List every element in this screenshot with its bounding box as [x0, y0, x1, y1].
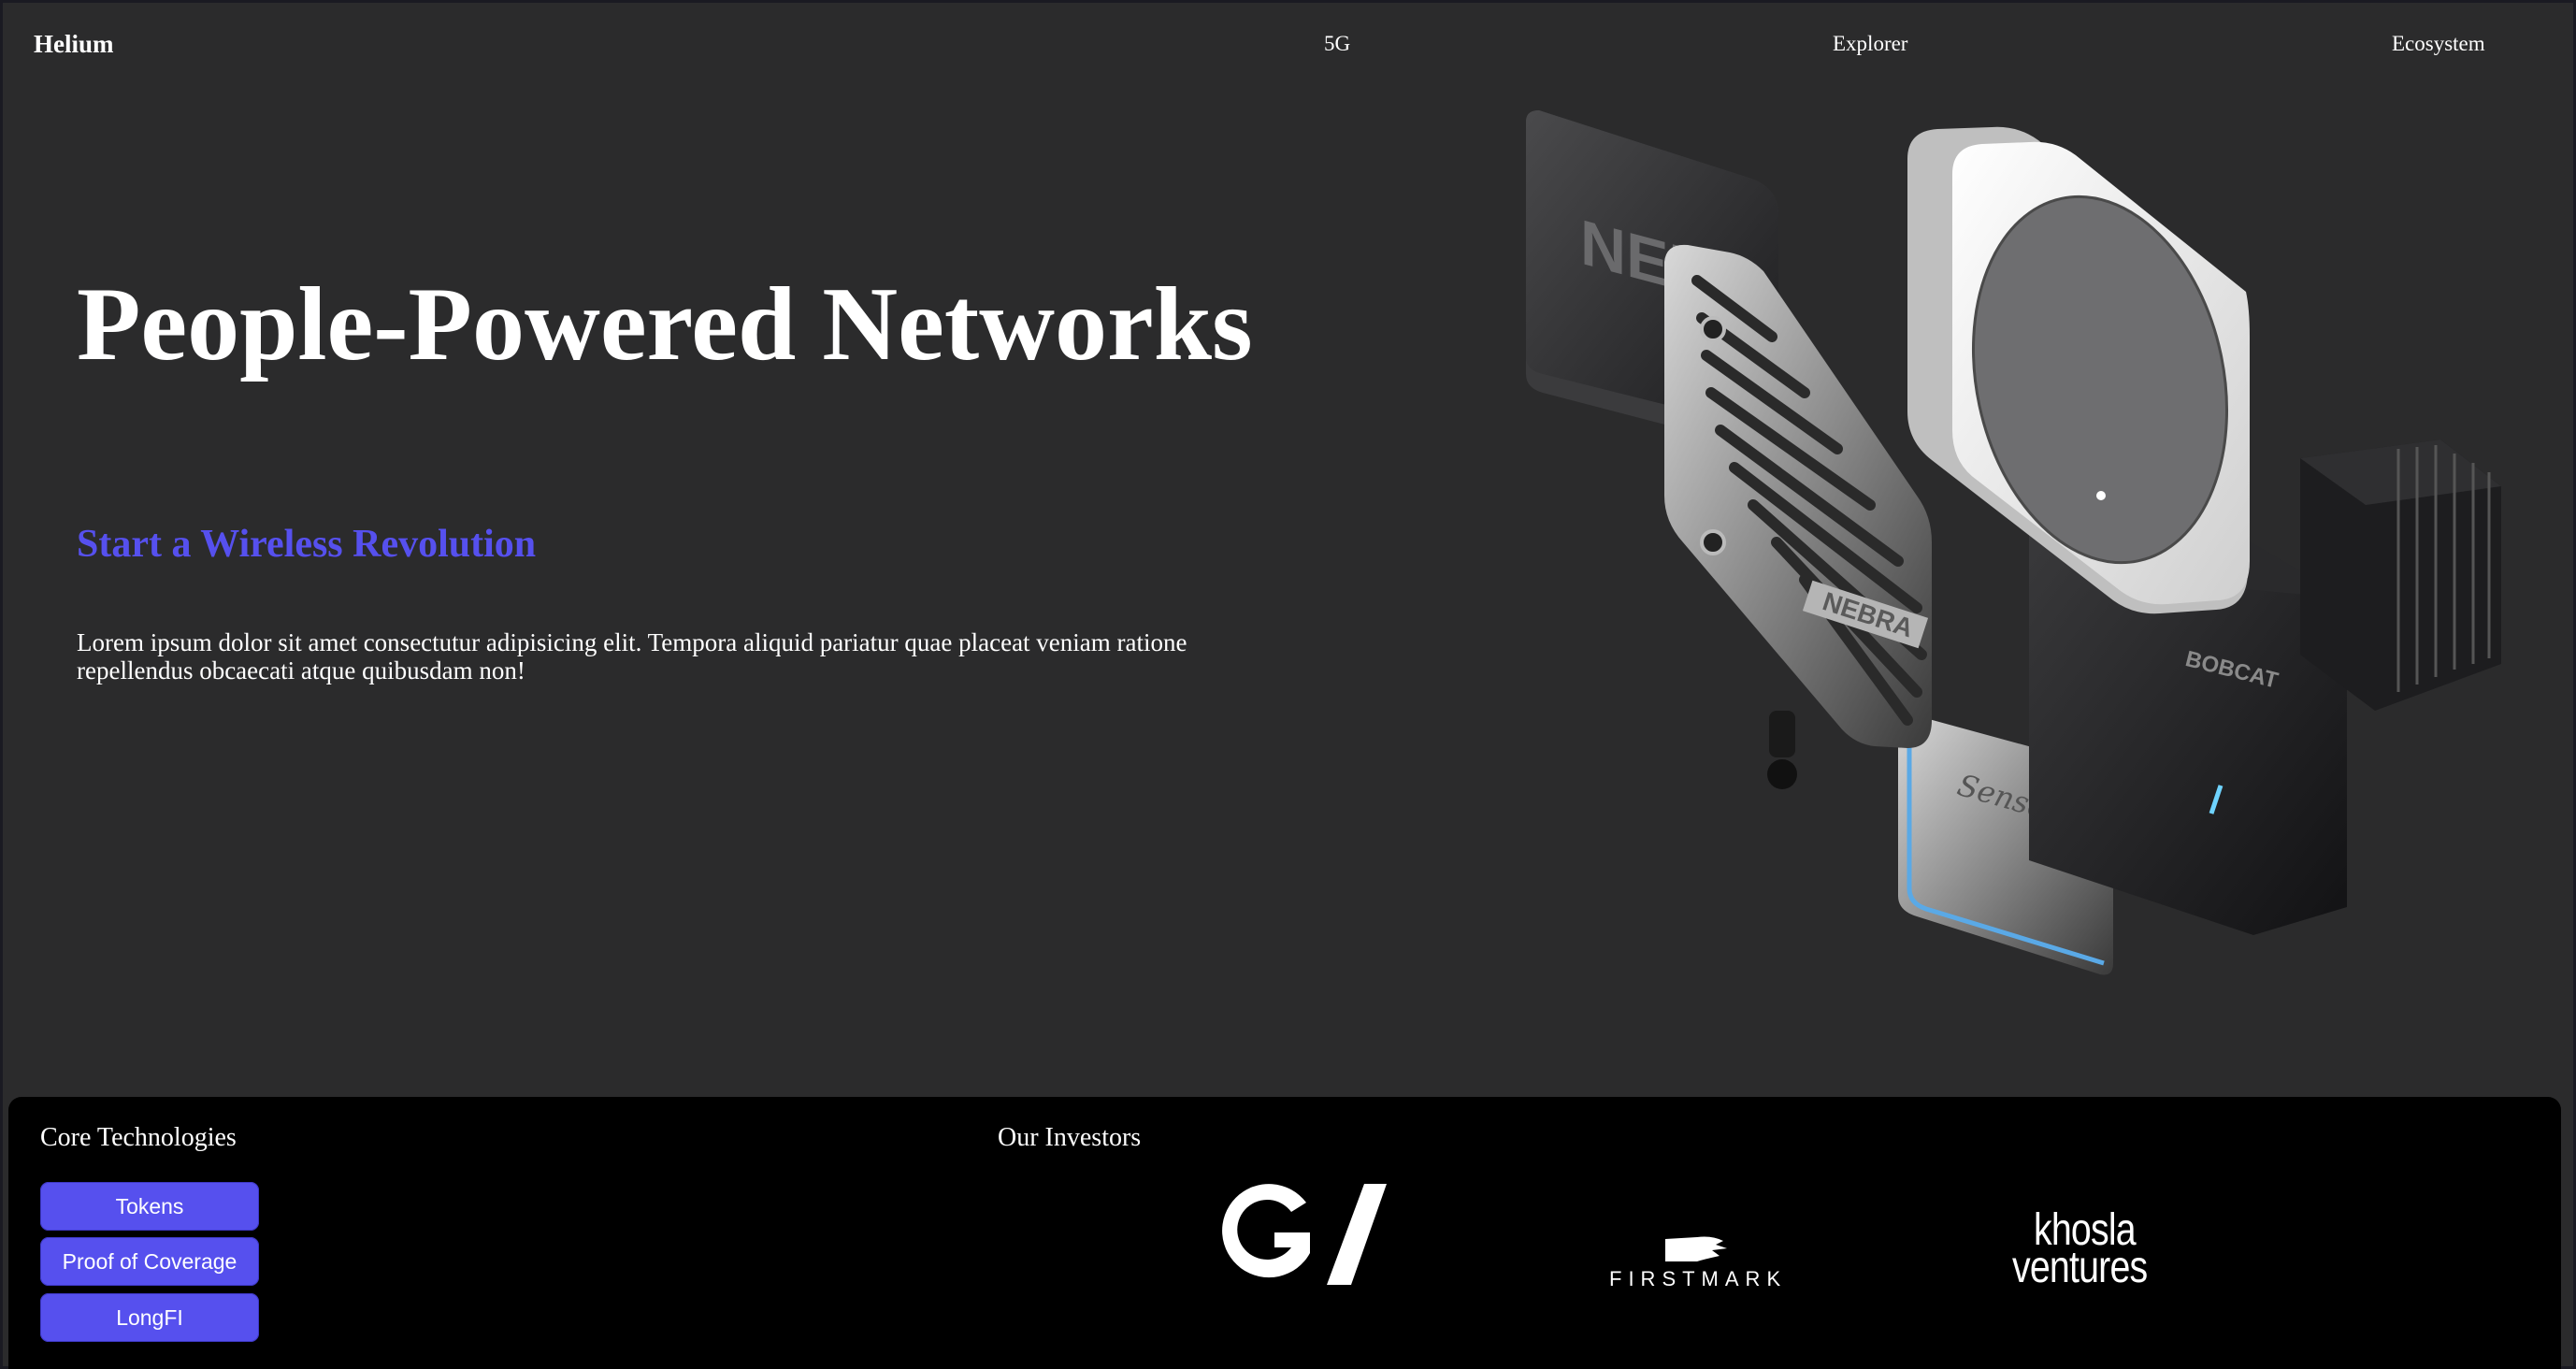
white-hotspot-device — [1907, 126, 2250, 614]
hero-subtitle: Start a Wireless Revolution — [77, 523, 537, 566]
khosla-wordmark: khosla ventures — [2012, 1208, 2148, 1292]
gv-logo-mark — [1222, 1184, 1387, 1285]
khosla-line-2: ventures — [2012, 1243, 2148, 1292]
nebra-outdoor-device: NEBRA — [1664, 244, 1932, 789]
nav-link-explorer[interactable]: Explorer — [1833, 32, 1907, 56]
brand-logo[interactable]: Helium — [34, 30, 114, 59]
proof-of-coverage-button[interactable]: Proof of Coverage — [40, 1237, 259, 1286]
hero-description: Lorem ipsum dolor sit amet consectutur a… — [77, 628, 1187, 684]
nav-link-ecosystem[interactable]: Ecosystem — [2392, 32, 2485, 56]
tokens-button[interactable]: Tokens — [40, 1182, 259, 1231]
top-nav: Helium 5G Explorer Ecosystem — [0, 0, 2576, 94]
hotspot-devices-illustration: NEB SenseCap BOBCAT — [1505, 94, 2525, 1010]
nav-link-5g[interactable]: 5G — [1324, 32, 1350, 56]
footer-panel: Core Technologies Tokens Proof of Covera… — [8, 1097, 2561, 1369]
gv-logo[interactable] — [1216, 1180, 1394, 1297]
longfi-button[interactable]: LongFI — [40, 1293, 259, 1342]
small-gateway-device — [2300, 440, 2501, 711]
hero-title: People-Powered Networks — [77, 267, 1253, 382]
investors-title: Our Investors — [998, 1123, 1142, 1152]
firstmark-flag-icon — [1665, 1236, 1727, 1261]
core-technologies-title: Core Technologies — [40, 1123, 237, 1152]
khosla-ventures-logo[interactable]: khosla ventures — [2012, 1208, 2177, 1292]
firstmark-wordmark: FIRSTMARK — [1609, 1267, 1788, 1290]
